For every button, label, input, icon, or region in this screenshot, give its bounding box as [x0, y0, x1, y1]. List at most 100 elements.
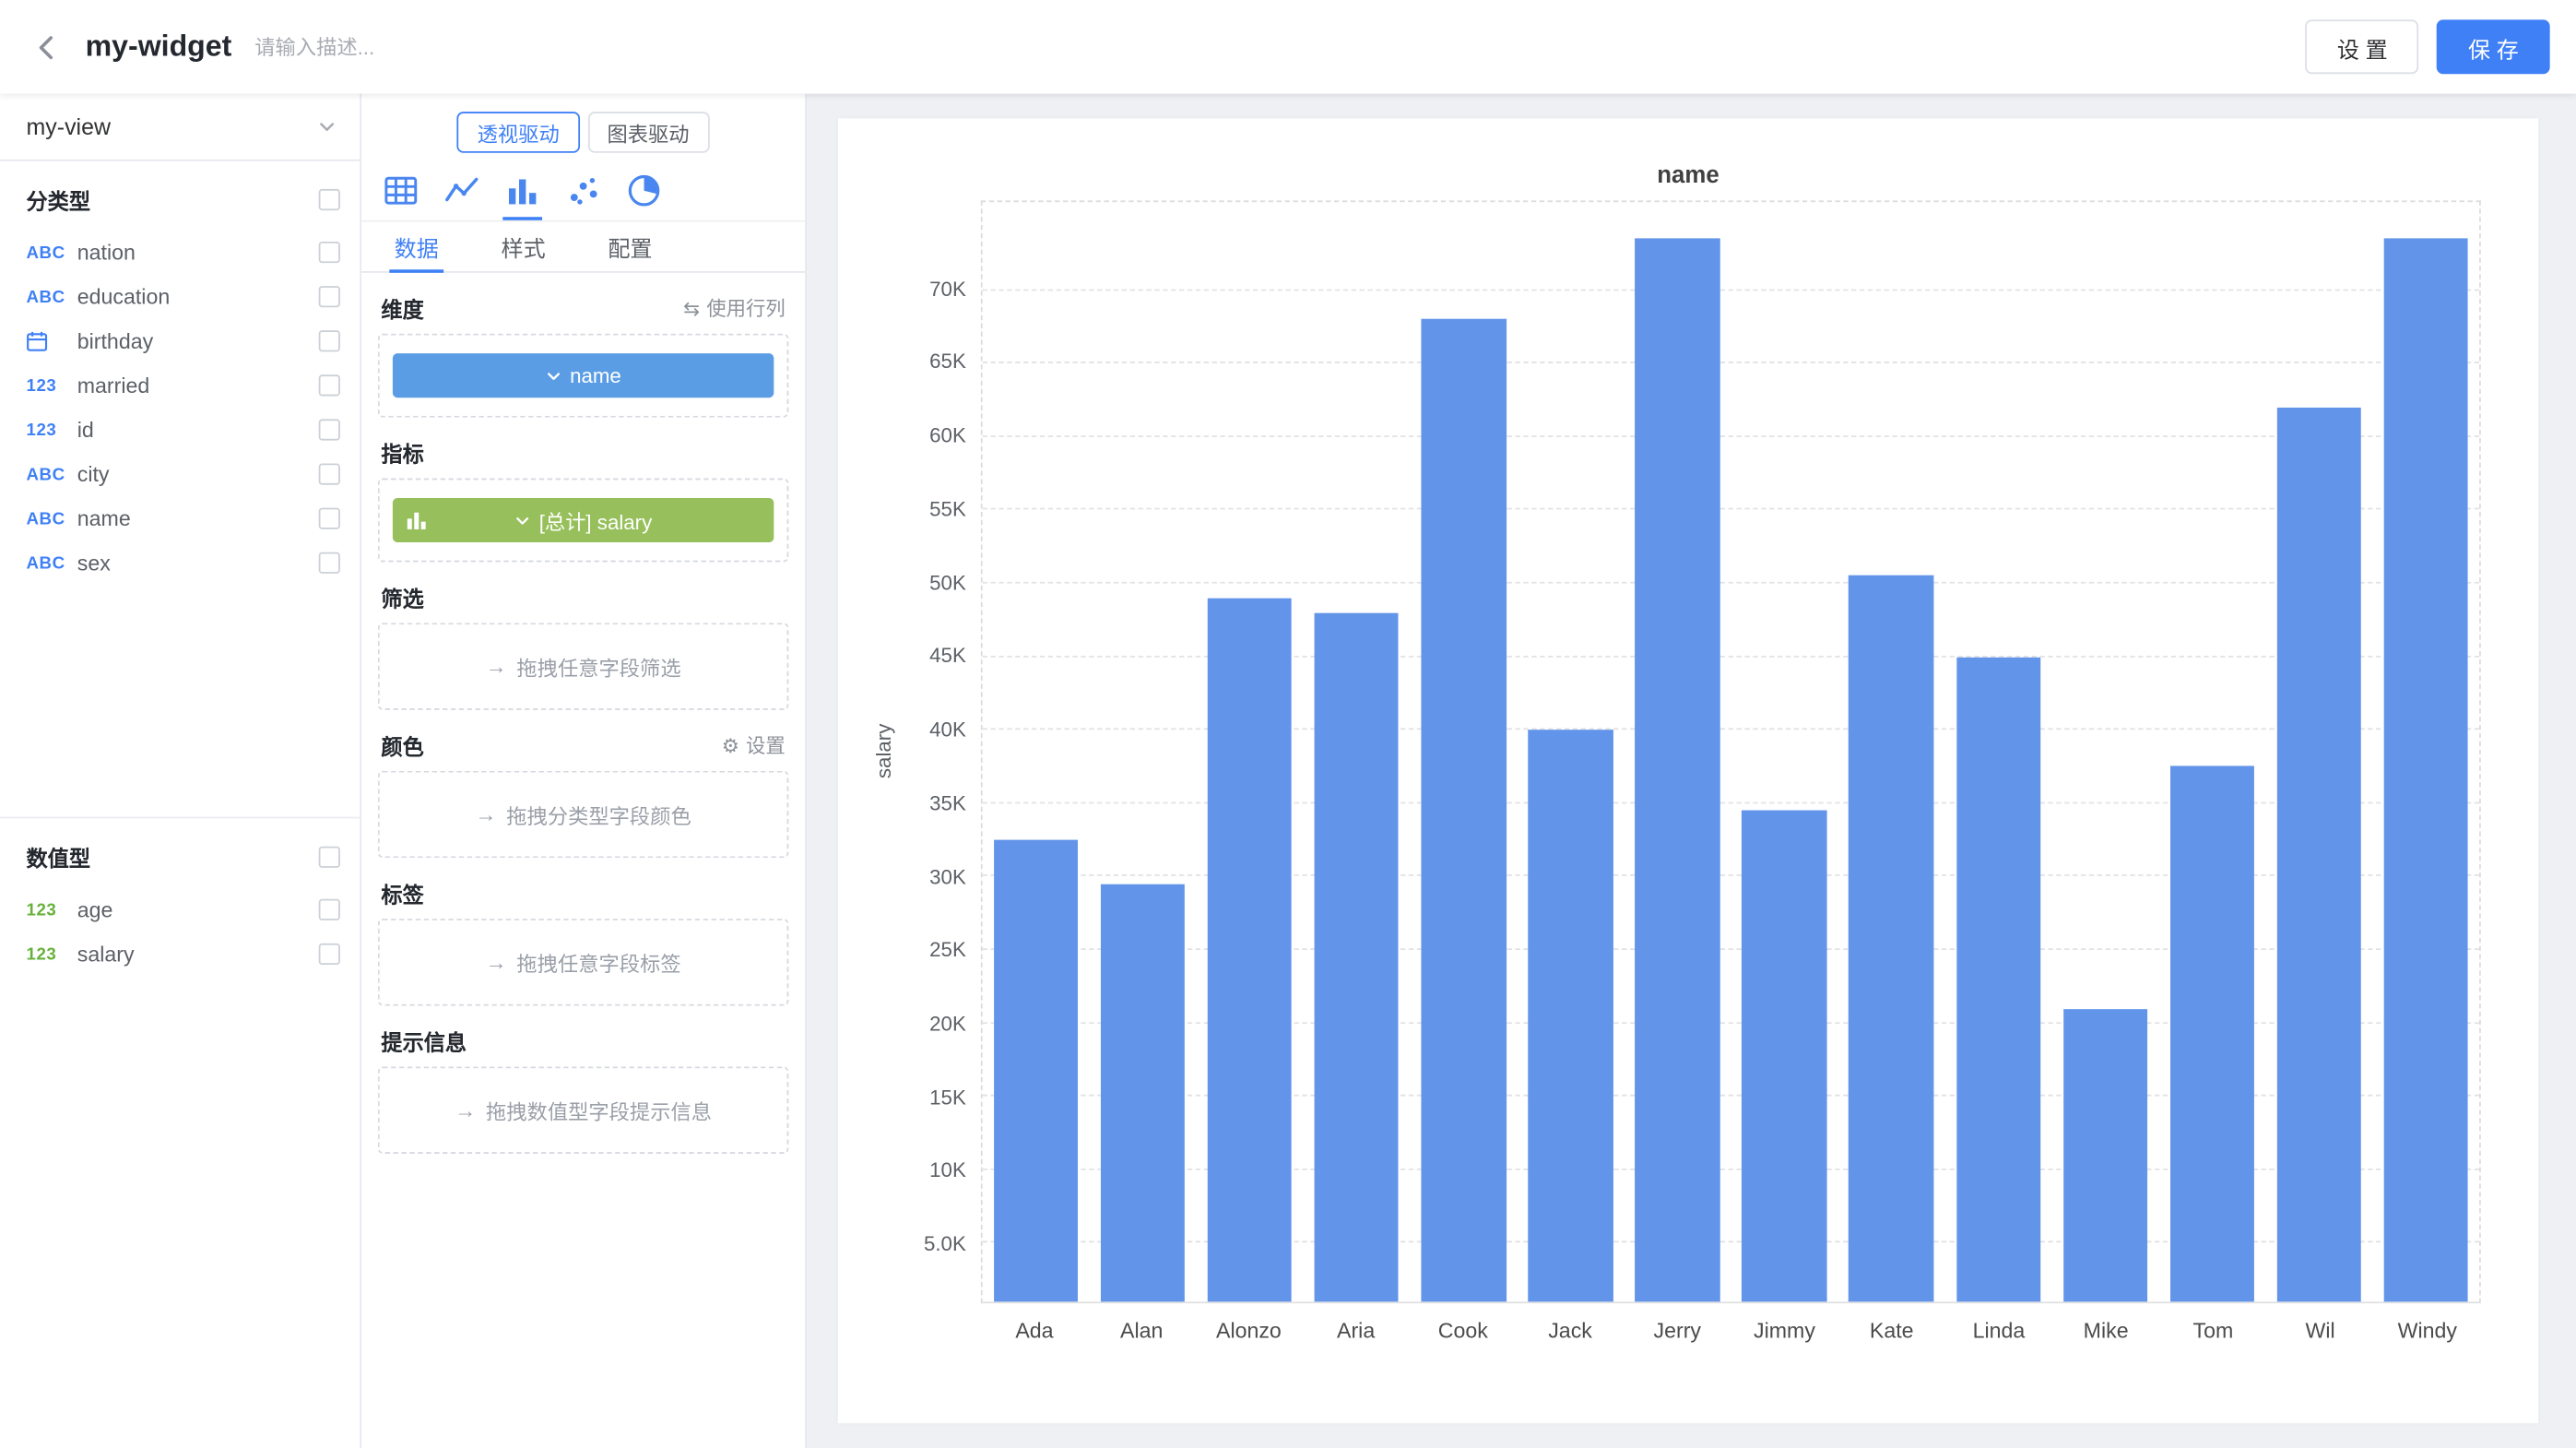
save-button[interactable]: 保 存: [2437, 19, 2550, 74]
bar-band: [983, 202, 1090, 1301]
field-item-id[interactable]: 123id: [0, 408, 360, 452]
bar-tom[interactable]: [2169, 766, 2254, 1301]
bar-wil[interactable]: [2276, 408, 2361, 1302]
bar-chart-mini-icon: [406, 509, 427, 530]
panel-tab[interactable]: 配置: [608, 222, 652, 271]
x-axis-label: Jimmy: [1731, 1318, 1837, 1343]
x-axis-label: Ada: [981, 1318, 1088, 1343]
y-tick-label: 5.0K: [924, 1233, 966, 1256]
line-chart-icon[interactable]: [442, 172, 481, 220]
bar-linda[interactable]: [1956, 657, 2041, 1301]
tooltip-drop-zone[interactable]: → 拖拽数值型字段提示信息: [378, 1067, 789, 1154]
group-select-checkbox[interactable]: [319, 847, 340, 868]
label-section: 标签 → 拖拽任意字段标签: [378, 878, 789, 1006]
field-checkbox[interactable]: [319, 552, 340, 574]
bar-aria[interactable]: [1315, 612, 1400, 1301]
field-type-badge: ABC: [27, 243, 71, 262]
dimension-drop-box[interactable]: name: [378, 334, 789, 418]
field-item-nation[interactable]: ABC nation: [0, 230, 360, 274]
field-name: birthday: [77, 328, 153, 353]
field-checkbox[interactable]: [319, 242, 340, 263]
color-settings-button[interactable]: ⚙ 设置: [722, 731, 786, 759]
bar-jerry[interactable]: [1636, 239, 1720, 1301]
bar-jimmy[interactable]: [1743, 811, 1827, 1301]
color-label: 颜色: [381, 730, 423, 761]
color-drop-zone[interactable]: → 拖拽分类型字段颜色: [378, 771, 789, 858]
field-item-name[interactable]: ABCname: [0, 496, 360, 540]
x-axis-label: Aria: [1303, 1318, 1410, 1343]
field-name: sex: [77, 551, 111, 576]
field-item-sex[interactable]: ABCsex: [0, 540, 360, 585]
driver-tab-active[interactable]: 透视驱动: [457, 112, 579, 153]
view-selector[interactable]: my-view: [0, 94, 360, 161]
field-name: salary: [77, 942, 135, 967]
field-checkbox[interactable]: [319, 419, 340, 440]
bar-mike[interactable]: [2062, 1008, 2147, 1301]
field-name: name: [77, 506, 131, 531]
panel-tab[interactable]: 数据: [395, 222, 439, 271]
group-select-checkbox[interactable]: [319, 189, 340, 210]
measure-drop-box[interactable]: [总计] salary: [378, 479, 789, 563]
gear-icon: ⚙: [722, 734, 739, 757]
dimension-pill[interactable]: name: [393, 353, 774, 398]
field-item-age[interactable]: 123age: [0, 887, 360, 932]
color-drop-hint: 拖拽分类型字段颜色: [506, 799, 691, 830]
bar-ada[interactable]: [994, 840, 1079, 1302]
field-item-education[interactable]: ABCeducation: [0, 275, 360, 319]
panel-tab[interactable]: 样式: [502, 222, 546, 271]
field-checkbox[interactable]: [319, 330, 340, 351]
bar-band: [1837, 202, 1944, 1301]
settings-button[interactable]: 设 置: [2306, 19, 2419, 74]
field-list: 分类型ABCnationABCeducationbirthday123marri…: [0, 161, 360, 977]
label-label: 标签: [381, 878, 423, 909]
x-axis-label: Jerry: [1624, 1318, 1731, 1343]
field-item-married[interactable]: 123married: [0, 363, 360, 408]
driver-tab-inactive[interactable]: 图表驱动: [587, 112, 709, 153]
bar-cook[interactable]: [1422, 319, 1507, 1301]
y-tick-label: 15K: [929, 1086, 966, 1109]
x-axis-label: Cook: [1410, 1318, 1517, 1343]
label-drop-zone[interactable]: → 拖拽任意字段标签: [378, 919, 789, 1005]
field-checkbox[interactable]: [319, 374, 340, 396]
pie-chart-icon[interactable]: [624, 172, 664, 220]
field-checkbox[interactable]: [319, 286, 340, 307]
filter-drop-zone[interactable]: → 拖拽任意字段筛选: [378, 623, 789, 709]
table-icon[interactable]: [381, 172, 420, 220]
description-input[interactable]: [254, 35, 567, 58]
field-name: nation: [77, 240, 136, 265]
y-tick-label: 65K: [929, 350, 966, 374]
y-tick-label: 70K: [929, 278, 966, 301]
field-checkbox[interactable]: [319, 464, 340, 485]
bar-kate[interactable]: [1849, 576, 1934, 1302]
bar-band: [1304, 202, 1411, 1301]
back-button[interactable]: [27, 26, 69, 68]
tooltip-drop-hint: 拖拽数值型字段提示信息: [486, 1095, 712, 1126]
tooltip-label: 提示信息: [381, 1026, 467, 1057]
color-section: 颜色 ⚙ 设置 → 拖拽分类型字段颜色: [378, 730, 789, 858]
scatter-icon[interactable]: [563, 172, 603, 220]
bar-windy[interactable]: [2383, 239, 2468, 1301]
field-type-badge: 123: [27, 420, 71, 439]
field-item-birthday[interactable]: birthday: [0, 319, 360, 363]
field-item-salary[interactable]: 123 salary: [0, 932, 360, 976]
field-name: education: [77, 284, 170, 309]
driver-toggle: 透视驱动图表驱动: [361, 94, 805, 166]
field-checkbox[interactable]: [319, 899, 340, 920]
panel-tabs: 数据 样式 配置: [361, 222, 805, 273]
bars: [983, 202, 2479, 1301]
use-rows-button[interactable]: ⇆ 使用行列: [683, 294, 786, 322]
bar-chart-icon[interactable]: [502, 172, 542, 220]
field-item-city[interactable]: ABCcity: [0, 452, 360, 496]
field-checkbox[interactable]: [319, 944, 340, 965]
bar-jack[interactable]: [1529, 730, 1613, 1301]
use-rows-label: 使用行列: [706, 294, 786, 322]
y-tick-label: 10K: [929, 1159, 966, 1182]
bar-alonzo[interactable]: [1208, 598, 1293, 1301]
view-selector-value: my-view: [27, 113, 111, 140]
measure-pill[interactable]: [总计] salary: [393, 498, 774, 542]
drag-arrow-icon: →: [475, 802, 496, 827]
field-checkbox[interactable]: [319, 508, 340, 529]
field-type-badge: 123: [27, 944, 71, 964]
dimension-section: 维度 ⇆ 使用行列 name: [378, 292, 789, 417]
bar-alan[interactable]: [1101, 884, 1186, 1301]
